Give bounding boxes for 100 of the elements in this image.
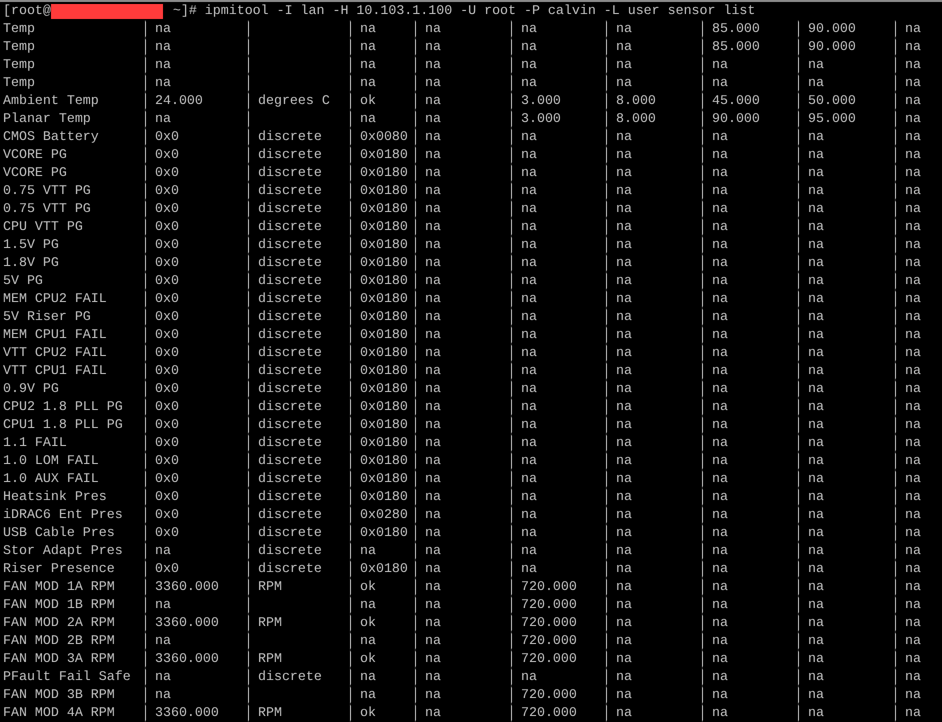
table-cell: Planar Temp (3, 111, 91, 126)
table-cell: na (808, 345, 824, 360)
table-cell: na (712, 687, 728, 702)
table-cell: na (808, 183, 824, 198)
table-cell: na (905, 525, 921, 540)
table-cell: na (712, 417, 728, 432)
table-cell: na (808, 453, 824, 468)
table-cell: na (905, 453, 921, 468)
table-cell: 0x0 (155, 201, 179, 216)
table-cell: na (616, 255, 632, 270)
table-cell: discrete (258, 327, 322, 342)
table-cell: na (905, 633, 921, 648)
table-cell: na (808, 615, 824, 630)
table-cell: 0x0180 (360, 183, 408, 198)
table-cell: discrete (258, 165, 322, 180)
table-cell: na (425, 435, 441, 450)
table-cell: na (521, 183, 537, 198)
table-cell: 0x0 (155, 129, 179, 144)
table-cell: na (521, 147, 537, 162)
table-cell: 0x0180 (360, 327, 408, 342)
table-cell: 8.000 (616, 111, 656, 126)
table-cell: na (425, 183, 441, 198)
table-cell: discrete (258, 201, 322, 216)
table-cell: discrete (258, 669, 322, 684)
table-cell: na (808, 633, 824, 648)
table-cell: na (425, 525, 441, 540)
table-cell: na (425, 93, 441, 108)
table-cell: 0x0180 (360, 453, 408, 468)
table-cell: FAN MOD 1A RPM (3, 579, 115, 594)
table-cell: na (712, 525, 728, 540)
table-cell: na (808, 489, 824, 504)
table-cell: na (155, 57, 171, 72)
table-cell: na (616, 147, 632, 162)
table-cell: na (616, 489, 632, 504)
table-cell: na (616, 201, 632, 216)
table-cell: na (616, 183, 632, 198)
table-cell: na (712, 219, 728, 234)
table-cell: FAN MOD 3A RPM (3, 651, 115, 666)
table-cell: na (155, 75, 171, 90)
table-cell: na (521, 399, 537, 414)
table-cell: 0x0 (155, 165, 179, 180)
table-cell: MEM CPU1 FAIL (3, 327, 107, 342)
table-cell: na (905, 597, 921, 612)
table-cell: na (425, 201, 441, 216)
table-cell: na (616, 453, 632, 468)
table-cell: na (521, 129, 537, 144)
table-cell: na (521, 669, 537, 684)
table-cell: na (360, 57, 376, 72)
table-cell: na (425, 399, 441, 414)
table-cell: na (905, 21, 921, 36)
table-cell: 3.000 (521, 93, 561, 108)
table-cell: na (712, 273, 728, 288)
table-cell: na (155, 111, 171, 126)
table-cell: discrete (258, 489, 322, 504)
table-cell: na (712, 345, 728, 360)
table-cell: Stor Adapt Pres (3, 543, 123, 558)
table-cell: na (616, 399, 632, 414)
table-cell: Ambient Temp (3, 93, 99, 108)
table-cell: 720.000 (521, 705, 577, 720)
table-cell: na (521, 489, 537, 504)
table-cell: na (808, 597, 824, 612)
table-cell: na (616, 57, 632, 72)
table-cell: na (155, 597, 171, 612)
table-cell: na (712, 165, 728, 180)
table-cell: 95.000 (808, 111, 856, 126)
table-cell: 720.000 (521, 651, 577, 666)
table-cell: 0x0180 (360, 561, 408, 576)
table-cell: na (712, 75, 728, 90)
table-cell: na (808, 57, 824, 72)
table-cell: RPM (258, 615, 282, 630)
table-cell: na (616, 615, 632, 630)
table-cell: 0x0 (155, 183, 179, 198)
table-cell: 8.000 (616, 93, 656, 108)
table-cell: na (360, 21, 376, 36)
table-cell: FAN MOD 3B RPM (3, 687, 115, 702)
table-cell: 24.000 (155, 93, 203, 108)
table-cell: na (425, 219, 441, 234)
table-cell: 50.000 (808, 93, 856, 108)
table-cell: discrete (258, 435, 322, 450)
table-cell: 0x0180 (360, 165, 408, 180)
table-cell: na (808, 309, 824, 324)
table-cell: na (712, 561, 728, 576)
table-cell: na (712, 489, 728, 504)
table-cell: 0x0180 (360, 471, 408, 486)
table-cell: 0x0180 (360, 147, 408, 162)
table-cell: na (155, 543, 171, 558)
table-cell: na (521, 291, 537, 306)
table-cell: Temp (3, 57, 35, 72)
table-cell: 0x0 (155, 525, 179, 540)
table-cell: na (425, 705, 441, 720)
table-cell: iDRAC6 Ent Pres (3, 507, 123, 522)
table-cell: 0x0180 (360, 525, 408, 540)
table-cell: 90.000 (808, 39, 856, 54)
table-cell: 0.75 VTT PG (3, 183, 91, 198)
table-cell: na (905, 669, 921, 684)
table-cell: na (360, 669, 376, 684)
table-cell: discrete (258, 363, 322, 378)
table-cell: na (425, 21, 441, 36)
table-cell: na (616, 579, 632, 594)
table-cell: na (521, 75, 537, 90)
